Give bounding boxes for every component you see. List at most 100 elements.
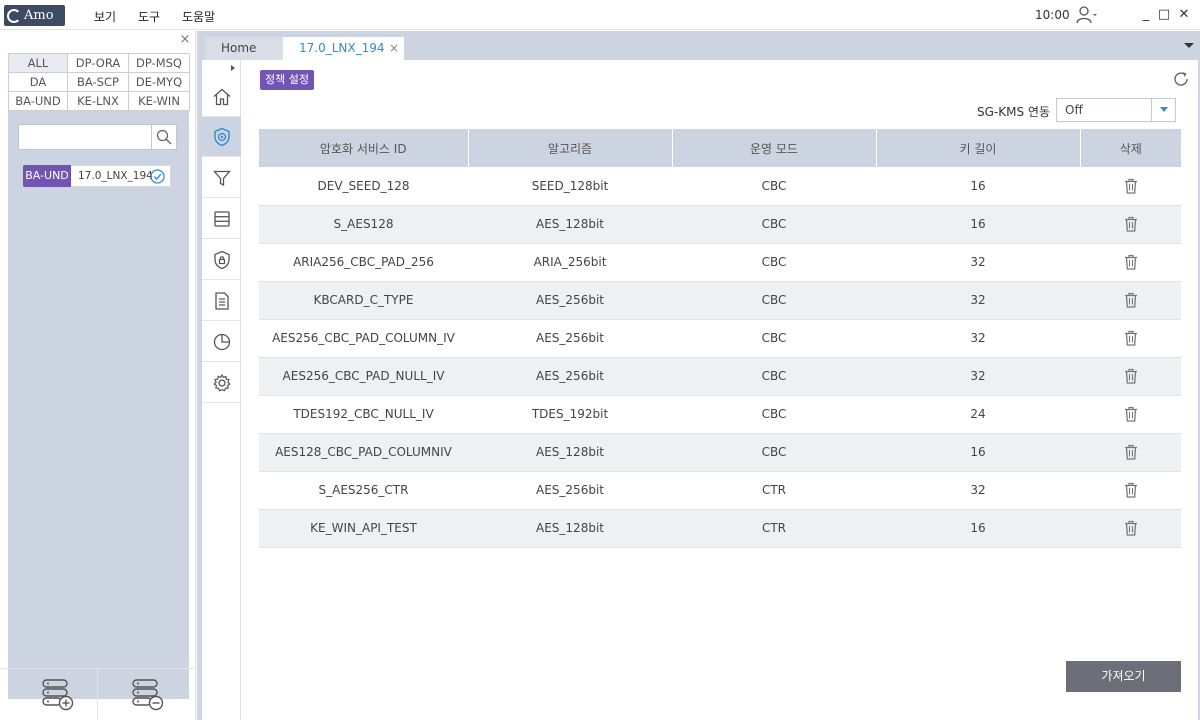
table-header-row: 암호화 서비스 ID 알고리즘 운영 모드 키 길이 삭제: [259, 129, 1181, 167]
trash-icon[interactable]: [1124, 368, 1138, 384]
cell-service-id: S_AES128: [259, 205, 468, 244]
chevron-down-icon: [1159, 107, 1168, 112]
cell-delete: [1080, 281, 1181, 320]
table-row[interactable]: TDES192_CBC_NULL_IV TDES_192bit CBC 24: [259, 395, 1181, 434]
rail-security-button[interactable]: [202, 240, 241, 280]
pie-chart-icon: [213, 333, 230, 350]
filter-dp-msq[interactable]: DP-MSQ: [128, 53, 190, 73]
cell-service-id: KBCARD_C_TYPE: [259, 281, 468, 320]
trash-icon[interactable]: [1124, 520, 1138, 536]
app-logo: Amo: [4, 5, 65, 26]
cell-mode: CTR: [672, 471, 876, 510]
trash-icon[interactable]: [1124, 406, 1138, 422]
cell-algorithm: AES_128bit: [468, 205, 672, 244]
cell-mode: CBC: [672, 243, 876, 282]
trash-icon[interactable]: [1124, 482, 1138, 498]
menu-view[interactable]: 보기: [94, 8, 116, 25]
table-row[interactable]: AES128_CBC_PAD_COLUMNIV AES_128bit CBC 16: [259, 433, 1181, 472]
filter-ba-scp[interactable]: BA-SCP: [67, 72, 129, 92]
minimize-button[interactable]: _: [1139, 7, 1153, 23]
main-panel: 정책 설정 SG-KMS 연동 Off 암호화 서비스 ID 알고리즘 운영 모…: [202, 60, 1198, 720]
cell-service-id: S_AES256_CTR: [259, 471, 468, 510]
trash-icon[interactable]: [1124, 330, 1138, 346]
server-item[interactable]: BA-UND 17.0_LNX_194: [23, 165, 171, 187]
cell-service-id: TDES192_CBC_NULL_IV: [259, 395, 468, 434]
policy-table: 암호화 서비스 ID 알고리즘 운영 모드 키 길이 삭제 DEV_SEED_1…: [259, 129, 1181, 548]
kms-integration-select[interactable]: Off: [1056, 98, 1176, 122]
tab-close-button[interactable]: ×: [389, 37, 399, 60]
icon-rail: [202, 60, 241, 720]
filter-da[interactable]: DA: [8, 72, 68, 92]
import-button[interactable]: 가져오기: [1066, 661, 1181, 692]
header-mode[interactable]: 운영 모드: [672, 129, 877, 167]
table-row[interactable]: AES256_CBC_PAD_NULL_IV AES_256bit CBC 32: [259, 357, 1181, 396]
trash-icon[interactable]: [1124, 178, 1138, 194]
table-row[interactable]: S_AES256_CTR AES_256bit CTR 32: [259, 471, 1181, 510]
clock-time: 10:00: [1035, 8, 1070, 22]
cell-key-length: 32: [876, 319, 1080, 358]
storage-icon: [213, 210, 230, 227]
cell-delete: [1080, 433, 1181, 472]
cell-mode: CBC: [672, 167, 876, 206]
search-input[interactable]: [19, 125, 151, 149]
cell-algorithm: AES_128bit: [468, 433, 672, 472]
filter-ke-win[interactable]: KE-WIN: [128, 91, 190, 111]
cell-mode: CBC: [672, 357, 876, 396]
left-panel-close-button[interactable]: ×: [178, 33, 192, 47]
table-row[interactable]: KBCARD_C_TYPE AES_256bit CBC 32: [259, 281, 1181, 320]
table-row[interactable]: S_AES128 AES_128bit CBC 16: [259, 205, 1181, 244]
trash-icon[interactable]: [1124, 216, 1138, 232]
rail-home-button[interactable]: [202, 77, 241, 117]
header-service-id[interactable]: 암호화 서비스 ID: [259, 129, 469, 167]
cell-key-length: 32: [876, 281, 1080, 320]
cell-key-length: 32: [876, 243, 1080, 282]
menu-help[interactable]: 도움말: [182, 8, 215, 25]
tab-home[interactable]: Home: [205, 37, 283, 60]
left-panel-footer: [0, 668, 196, 720]
trash-icon[interactable]: [1124, 444, 1138, 460]
filter-all[interactable]: ALL: [8, 53, 68, 73]
rail-expand-icon[interactable]: [228, 64, 238, 72]
user-account-icon[interactable]: [1076, 6, 1098, 24]
filter-dp-ora[interactable]: DP-ORA: [67, 53, 129, 73]
menu-tools[interactable]: 도구: [138, 8, 160, 25]
tab-server[interactable]: 17.0_LNX_194 ×: [283, 37, 404, 60]
rail-filter-button[interactable]: [202, 158, 241, 198]
title-bar: Amo 보기 도구 도움말 10:00 _ □ ✕: [0, 0, 1200, 30]
table-row[interactable]: DEV_SEED_128 SEED_128bit CBC 16: [259, 167, 1181, 206]
cell-service-id: AES128_CBC_PAD_COLUMNIV: [259, 433, 468, 472]
header-key-length[interactable]: 키 길이: [876, 129, 1081, 167]
filter-ba-und[interactable]: BA-UND: [8, 91, 68, 111]
left-panel: × ALL DP-ORA DP-MSQ DA BA-SCP DE-MYQ BA-…: [0, 31, 196, 720]
table-row[interactable]: ARIA256_CBC_PAD_256 ARIA_256bit CBC 32: [259, 243, 1181, 282]
table-row[interactable]: KE_WIN_API_TEST AES_128bit CTR 16: [259, 509, 1181, 548]
close-window-button[interactable]: ✕: [1177, 7, 1191, 23]
filter-ke-lnx[interactable]: KE-LNX: [67, 91, 129, 111]
add-server-button[interactable]: [41, 678, 75, 712]
cell-key-length: 16: [876, 509, 1080, 548]
refresh-icon[interactable]: [1172, 70, 1190, 88]
cell-algorithm: TDES_192bit: [468, 395, 672, 434]
rail-policy-button[interactable]: [202, 117, 241, 157]
header-algorithm[interactable]: 알고리즘: [468, 129, 673, 167]
trash-icon[interactable]: [1124, 292, 1138, 308]
rail-settings-button[interactable]: [202, 363, 241, 403]
rail-statistics-button[interactable]: [202, 322, 241, 362]
filter-grid: ALL DP-ORA DP-MSQ DA BA-SCP DE-MYQ BA-UN…: [8, 53, 190, 111]
filter-de-myq[interactable]: DE-MYQ: [128, 72, 190, 92]
remove-server-button[interactable]: [131, 678, 165, 712]
rail-document-button[interactable]: [202, 281, 241, 321]
maximize-button[interactable]: □: [1157, 7, 1171, 23]
cell-service-id: AES256_CBC_PAD_COLUMN_IV: [259, 319, 468, 358]
server-type-badge: BA-UND: [23, 165, 71, 187]
cell-algorithm: AES_128bit: [468, 509, 672, 548]
table-row[interactable]: AES256_CBC_PAD_COLUMN_IV AES_256bit CBC 32: [259, 319, 1181, 358]
rail-storage-button[interactable]: [202, 199, 241, 239]
trash-icon[interactable]: [1124, 254, 1138, 270]
policy-settings-badge: 정책 설정: [260, 70, 314, 90]
server-list-area: ALL DP-ORA DP-MSQ DA BA-SCP DE-MYQ BA-UN…: [8, 53, 190, 699]
shield-lock-icon: [213, 250, 230, 269]
tabs-dropdown-icon[interactable]: [1183, 40, 1195, 50]
search-button[interactable]: [151, 125, 176, 149]
cell-key-length: 16: [876, 167, 1080, 206]
